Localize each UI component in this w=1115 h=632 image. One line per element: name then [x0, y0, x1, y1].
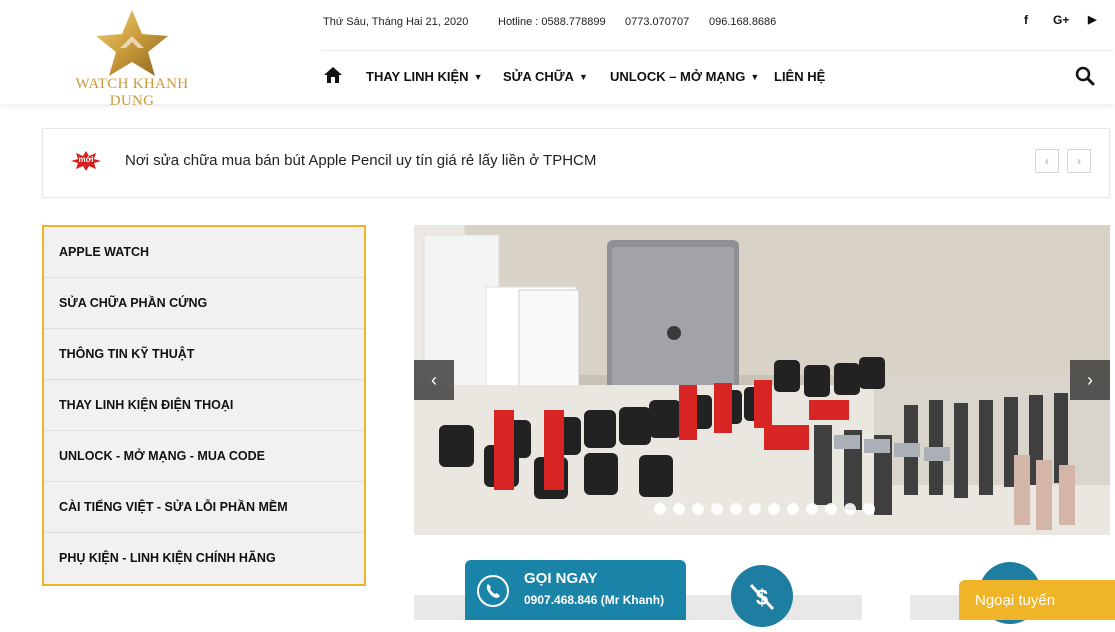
hotline[interactable]: Hotline : 0588.778899 [498, 16, 606, 28]
google-plus-icon[interactable]: G+ [1053, 13, 1069, 27]
phone-3[interactable]: 096.168.8686 [709, 16, 776, 28]
chevron-down-icon: ▼ [473, 72, 483, 82]
chat-offline-widget[interactable]: Ngoại tuyến [959, 580, 1115, 620]
home-icon[interactable] [323, 66, 343, 84]
nav-label: THAY LINH KIỆN [366, 69, 469, 84]
nav-label: LIÊN HỆ [774, 69, 826, 84]
nav-sua-chua[interactable]: SỬA CHỮA ▼ [503, 69, 588, 84]
sidebar-item-thay-linh-kien[interactable]: THAY LINH KIỆN ĐIỆN THOẠI [44, 380, 364, 431]
slider-dot[interactable] [863, 503, 875, 515]
slider-dot[interactable] [654, 503, 666, 515]
badge-label: mới [78, 155, 94, 164]
star-logo-icon [96, 10, 168, 76]
slider-dot[interactable] [711, 503, 723, 515]
slider-dot[interactable] [673, 503, 685, 515]
slider-dot[interactable] [749, 503, 761, 515]
search-icon[interactable] [1075, 66, 1095, 86]
header-divider [323, 50, 1113, 51]
facebook-icon[interactable]: f [1024, 13, 1028, 27]
slider-dot[interactable] [825, 503, 837, 515]
ticker-headline[interactable]: Nơi sửa chữa mua bán bút Apple Pencil uy… [125, 152, 596, 169]
slider-dot[interactable] [844, 503, 856, 515]
sidebar-item-sua-chua-phan-cung[interactable]: SỬA CHỮA PHẦN CỨNG [44, 278, 364, 329]
main-nav: THAY LINH KIỆN ▼ SỬA CHỮA ▼ UNLOCK – MỞ MẠ… [323, 60, 1113, 94]
slider-prev-button[interactable]: ‹ [414, 360, 454, 400]
sidebar-item-unlock[interactable]: UNLOCK - MỞ MẠNG - MUA CODE [44, 431, 364, 482]
sidebar-item-label: SỬA CHỮA PHẦN CỨNG [59, 296, 208, 310]
site-header: WATCH KHANH DUNG Thứ Sáu, Tháng Hai 21, … [0, 0, 1115, 109]
slider-dot[interactable] [787, 503, 799, 515]
slider-image [414, 225, 1110, 535]
sidebar-item-label: THÔNG TIN KỸ THUẬT [59, 347, 195, 361]
chevron-down-icon: ▼ [750, 72, 760, 82]
phone-2[interactable]: 0773.070707 [625, 16, 689, 28]
sidebar-item-label: UNLOCK - MỞ MẠNG - MUA CODE [59, 449, 266, 463]
slider-dot[interactable] [806, 503, 818, 515]
slider-dot[interactable] [730, 503, 742, 515]
ticker-next-button[interactable]: › [1067, 149, 1091, 173]
site-logo[interactable]: WATCH KHANH DUNG [62, 8, 202, 109]
nav-unlock[interactable]: UNLOCK – MỞ MẠNG ▼ [610, 69, 759, 84]
youtube-icon[interactable]: ▶ [1088, 13, 1096, 26]
sidebar-item-label: CÀI TIẾNG VIỆT - SỬA LỖI PHẦN MỀM [59, 500, 288, 514]
slider-next-button[interactable]: › [1070, 360, 1110, 400]
chevron-down-icon: ▼ [578, 72, 588, 82]
sidebar-item-phu-kien[interactable]: PHỤ KIỆN - LINH KIỆN CHÍNH HÃNG [44, 533, 364, 584]
nav-lien-he[interactable]: LIÊN HỆ [774, 69, 825, 84]
hero-slider[interactable]: ‹ › [414, 225, 1110, 535]
slider-dot[interactable] [692, 503, 704, 515]
nav-label: SỬA CHỮA [503, 69, 574, 84]
call-number: 0907.468.846 (Mr Khanh) [524, 593, 665, 607]
ticker-prev-button[interactable]: ‹ [1035, 149, 1059, 173]
call-now-widget[interactable]: GỌI NGAY 0907.468.846 (Mr Khanh) [465, 560, 686, 620]
sidebar-item-cai-tieng-viet[interactable]: CÀI TIẾNG VIỆT - SỬA LỖI PHẦN MỀM [44, 482, 364, 533]
nav-thay-linh-kien[interactable]: THAY LINH KIỆN ▼ [366, 69, 483, 84]
sidebar-item-label: APPLE WATCH [59, 245, 150, 259]
sidebar-item-apple-watch[interactable]: APPLE WATCH [44, 227, 364, 278]
slider-dot[interactable] [768, 503, 780, 515]
phone-icon [477, 575, 509, 607]
new-badge: mới [71, 151, 101, 171]
category-sidebar: APPLE WATCH SỬA CHỮA PHẦN CỨNG THÔNG TIN… [42, 225, 366, 586]
sidebar-item-label: PHỤ KIỆN - LINH KIỆN CHÍNH HÃNG [59, 551, 276, 565]
no-fee-icon: $ [731, 565, 793, 627]
current-date: Thứ Sáu, Tháng Hai 21, 2020 [323, 16, 469, 28]
top-info-bar: Thứ Sáu, Tháng Hai 21, 2020 Hotline : 05… [323, 16, 1113, 32]
news-ticker: mới Nơi sửa chữa mua bán bút Apple Penci… [42, 128, 1110, 198]
logo-text: WATCH KHANH DUNG [75, 76, 189, 109]
sidebar-item-thong-tin-ky-thuat[interactable]: THÔNG TIN KỸ THUẬT [44, 329, 364, 380]
sidebar-item-label: THAY LINH KIỆN ĐIỆN THOẠI [59, 398, 234, 412]
call-title: GỌI NGAY [524, 570, 598, 587]
nav-label: UNLOCK – MỞ MẠNG [610, 69, 746, 84]
chat-status-label: Ngoại tuyến [975, 592, 1056, 609]
